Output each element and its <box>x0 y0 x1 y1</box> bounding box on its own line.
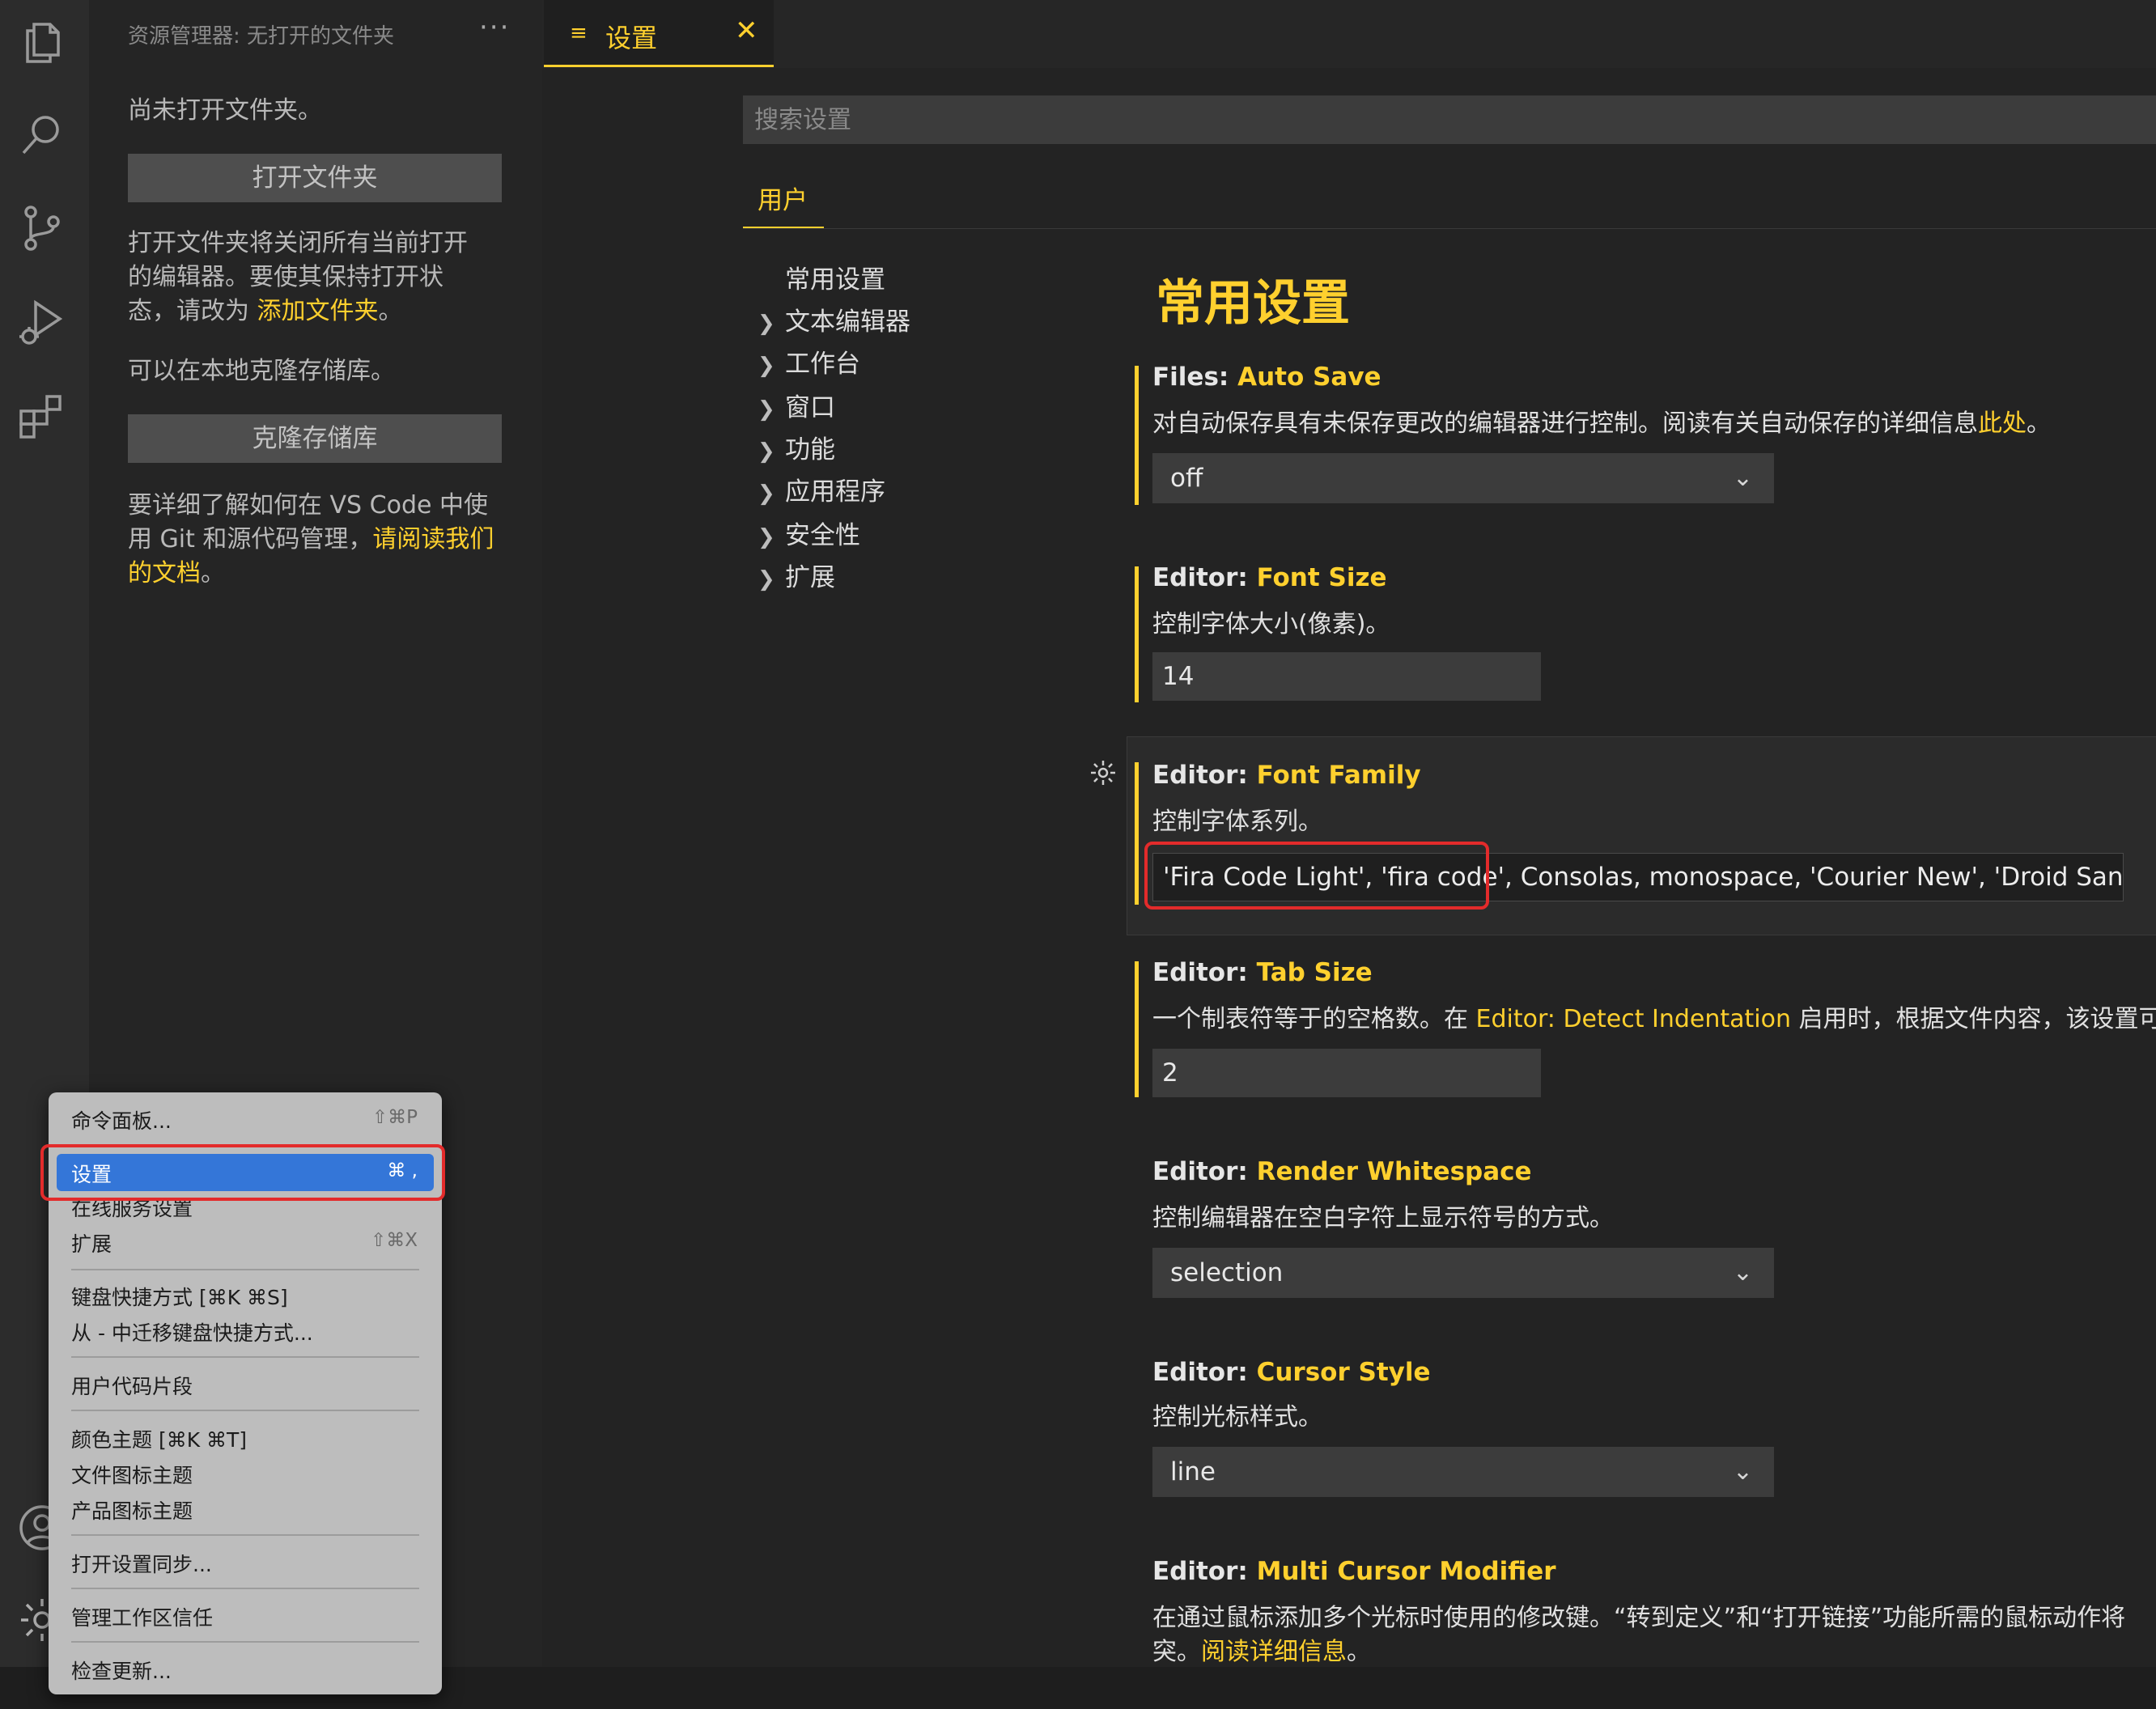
source-control-icon[interactable] <box>16 202 68 254</box>
clone-note: 可以在本地克隆存储库。 <box>128 357 395 385</box>
toc-item-features[interactable]: ❯ 功能 <box>758 432 835 468</box>
tab-size-input[interactable]: 2 <box>1152 1049 1541 1097</box>
setting-title-font-family: Editor: Font Family <box>1152 761 1421 790</box>
tab-user-scope[interactable]: 用户 <box>743 170 824 229</box>
settings-file-icon: ≡ <box>570 21 588 45</box>
clone-repository-button[interactable]: 克隆存储库 <box>128 414 502 463</box>
modified-indicator <box>1135 961 1139 1097</box>
shortcut-label: ⇧⌘X <box>370 1230 418 1251</box>
chevron-down-icon: ⌄ <box>1732 1258 1753 1287</box>
chevron-right-icon: ❯ <box>758 567 775 592</box>
menu-item-settings-sync[interactable]: 打开设置同步... <box>71 1549 212 1578</box>
menu-item-user-snippets[interactable]: 用户代码片段 <box>71 1371 193 1400</box>
setting-desc-multi-cursor-line1: 在通过鼠标添加多个光标时使用的修改键。“转到定义”和“打开链接”功能所需的鼠标动… <box>1152 1604 2126 1632</box>
setting-desc-font-size: 控制字体大小(像素)。 <box>1152 610 1390 638</box>
setting-desc-cursor-style: 控制光标样式。 <box>1152 1403 1322 1431</box>
menu-item-check-updates[interactable]: 检查更新... <box>71 1656 172 1685</box>
setting-title-auto-save: Files: Auto Save <box>1152 363 1381 392</box>
menu-item-migrate-keybindings[interactable]: 从 - 中迁移键盘快捷方式... <box>71 1317 313 1346</box>
toc-item-extensions[interactable]: ❯ 扩展 <box>758 560 835 596</box>
menu-item-color-theme[interactable]: 颜色主题 [⌘K ⌘T] <box>71 1424 247 1453</box>
menu-separator <box>71 1588 419 1589</box>
tab-settings[interactable]: ≡ 设置 ✕ <box>544 0 774 67</box>
menu-item-command-palette[interactable]: 命令面板... <box>71 1105 172 1134</box>
setting-desc-auto-save: 对自动保存具有未保存更改的编辑器进行控制。阅读有关自动保存的详细信息此处。 <box>1152 409 2051 438</box>
chevron-right-icon: ❯ <box>758 439 775 464</box>
modified-indicator <box>1135 566 1139 702</box>
page-title: 常用设置 <box>1156 275 1350 332</box>
menu-item-workspace-trust[interactable]: 管理工作区信任 <box>71 1602 213 1631</box>
font-size-input[interactable]: 14 <box>1152 652 1541 701</box>
more-actions-icon[interactable]: ··· <box>479 11 510 44</box>
toc-item-security[interactable]: ❯ 安全性 <box>758 518 860 553</box>
toc-item-workbench[interactable]: ❯ 工作台 <box>758 346 860 382</box>
annotation-highlight <box>1144 842 1489 910</box>
tab-label: 设置 <box>605 23 658 53</box>
multi-cursor-docs-link[interactable]: 阅读详细信息 <box>1201 1638 1347 1666</box>
sidebar-title: 资源管理器: 无打开的文件夹 <box>128 24 395 49</box>
open-folder-button[interactable]: 打开文件夹 <box>128 154 502 202</box>
read-docs-link[interactable]: 请阅读我们 <box>372 525 494 553</box>
menu-item-keyboard-shortcuts[interactable]: 键盘快捷方式 [⌘K ⌘S] <box>71 1282 288 1311</box>
auto-save-select[interactable]: off ⌄ <box>1152 453 1774 503</box>
menu-item-product-icon-theme[interactable]: 产品图标主题 <box>71 1495 193 1525</box>
toc-item-text-editor[interactable]: ❯ 文本编辑器 <box>758 304 910 340</box>
auto-save-docs-link[interactable]: 此处 <box>1978 409 2027 438</box>
git-docs-note: 要详细了解如何在 VS Code 中使 用 Git 和源代码管理，请阅读我们 的… <box>128 491 494 587</box>
chevron-right-icon: ❯ <box>758 312 775 336</box>
chevron-right-icon: ❯ <box>758 481 775 506</box>
divider <box>743 228 2156 229</box>
no-folder-text: 尚未打开文件夹。 <box>128 96 322 125</box>
render-whitespace-select[interactable]: selection ⌄ <box>1152 1248 1774 1298</box>
toc-item-common[interactable]: 常用设置 <box>758 262 885 298</box>
setting-desc-font-family: 控制字体系列。 <box>1152 808 1322 836</box>
setting-title-render-whitespace: Editor: Render Whitespace <box>1152 1157 1532 1186</box>
chevron-right-icon: ❯ <box>758 525 775 549</box>
cursor-style-select[interactable]: line ⌄ <box>1152 1447 1774 1497</box>
menu-item-extensions[interactable]: 扩展 <box>71 1228 112 1257</box>
shortcut-label: ⇧⌘P <box>371 1107 418 1128</box>
detect-indentation-link[interactable]: Editor: Detect Indentation <box>1476 1005 1791 1033</box>
toc-item-application[interactable]: ❯ 应用程序 <box>758 474 885 510</box>
menu-separator <box>71 1641 419 1643</box>
search-settings-input[interactable] <box>743 95 2156 144</box>
setting-title-cursor-style: Editor: Cursor Style <box>1152 1358 1431 1387</box>
files-icon[interactable] <box>16 16 68 68</box>
open-folder-note: 打开文件夹将关闭所有当前打开 的编辑器。要使其保持打开状 态，请改为 添加文件夹… <box>128 229 468 325</box>
toc-item-window[interactable]: ❯ 窗口 <box>758 390 835 426</box>
setting-desc-render-whitespace: 控制编辑器在空白字符上显示符号的方式。 <box>1152 1204 1614 1232</box>
setting-title-font-size: Editor: Font Size <box>1152 563 1387 592</box>
setting-title-multi-cursor: Editor: Multi Cursor Modifier <box>1152 1557 1556 1586</box>
run-debug-icon[interactable] <box>16 296 68 348</box>
chevron-down-icon: ⌄ <box>1732 464 1753 492</box>
add-folder-link[interactable]: 添加文件夹 <box>257 297 379 325</box>
setting-desc-tab-size: 一个制表符等于的空格数。在 Editor: Detect Indentation… <box>1152 1005 2156 1033</box>
chevron-down-icon: ⌄ <box>1732 1457 1753 1486</box>
modified-indicator <box>1135 366 1139 505</box>
read-docs-link-cont[interactable]: 的文档 <box>128 559 201 587</box>
tab-bar <box>542 0 2156 68</box>
settings-gear-icon[interactable] <box>1088 757 1118 788</box>
search-icon[interactable] <box>16 108 68 160</box>
menu-separator <box>71 1534 419 1536</box>
extensions-icon[interactable] <box>16 390 68 442</box>
chevron-right-icon: ❯ <box>758 354 775 378</box>
menu-item-file-icon-theme[interactable]: 文件图标主题 <box>71 1460 193 1489</box>
tab-user-label: 用户 <box>758 186 808 215</box>
setting-title-tab-size: Editor: Tab Size <box>1152 958 1373 987</box>
modified-indicator <box>1135 762 1139 905</box>
setting-desc-multi-cursor-line2: 突。阅读详细信息。 <box>1152 1638 1371 1666</box>
annotation-highlight <box>40 1144 445 1201</box>
menu-separator <box>71 1356 419 1358</box>
close-icon[interactable]: ✕ <box>735 15 758 47</box>
menu-separator <box>71 1410 419 1411</box>
chevron-right-icon: ❯ <box>758 397 775 422</box>
menu-separator <box>71 1269 419 1270</box>
